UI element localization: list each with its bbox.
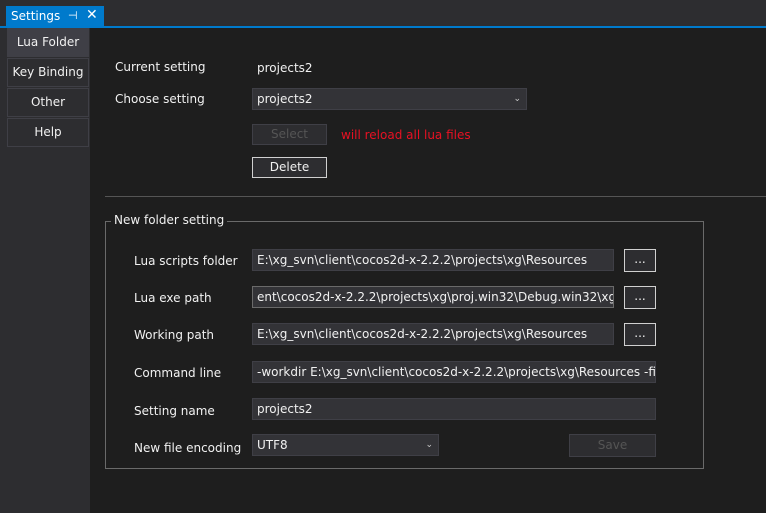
new-file-encoding-label: New file encoding	[134, 441, 242, 455]
delete-button[interactable]: Delete	[252, 157, 327, 178]
sidebar-item-lua-folder[interactable]: Lua Folder	[7, 28, 89, 57]
close-icon[interactable]: ✕	[86, 7, 98, 23]
lua-scripts-folder-label: Lua scripts folder	[134, 254, 238, 268]
tab-title: Settings	[11, 9, 61, 23]
pin-icon[interactable]: ⊣	[68, 9, 78, 22]
command-line-input[interactable]: -workdir E:\xg_svn\client\cocos2d-x-2.2.…	[252, 361, 656, 383]
working-path-label: Working path	[134, 328, 215, 342]
lua-scripts-folder-input[interactable]: E:\xg_svn\client\cocos2d-x-2.2.2\project…	[252, 249, 614, 271]
browse-working-button[interactable]: ...	[624, 323, 656, 346]
browse-exe-button[interactable]: ...	[624, 286, 656, 309]
current-setting-value: projects2	[257, 61, 313, 75]
sidebar-item-help[interactable]: Help	[7, 118, 89, 147]
divider	[105, 196, 766, 197]
save-button[interactable]: Save	[569, 434, 656, 457]
new-folder-title: New folder setting	[111, 213, 228, 227]
lua-exe-path-label: Lua exe path	[134, 291, 212, 305]
browse-scripts-button[interactable]: ...	[624, 249, 656, 272]
sidebar-item-key-binding[interactable]: Key Binding	[7, 58, 89, 87]
tab-settings[interactable]: Settings ⊣ ✕	[6, 6, 104, 26]
setting-name-input[interactable]: projects2	[252, 398, 656, 420]
choose-setting-dropdown[interactable]: projects2 ⌄	[252, 88, 527, 110]
working-path-input[interactable]: E:\xg_svn\client\cocos2d-x-2.2.2\project…	[252, 323, 614, 345]
sidebar: Lua Folder Key Binding Other Help	[0, 28, 91, 513]
chevron-down-icon: ⌄	[513, 94, 521, 104]
reload-warning: will reload all lua files	[341, 128, 471, 142]
command-line-label: Command line	[134, 366, 222, 380]
tab-bar: Settings ⊣ ✕	[0, 0, 766, 26]
lua-exe-path-input[interactable]: ent\cocos2d-x-2.2.2\projects\xg\proj.win…	[252, 286, 614, 308]
choose-setting-value: projects2	[257, 92, 313, 106]
chevron-down-icon: ⌄	[425, 440, 433, 450]
settings-panel: Current setting projects2 Choose setting…	[91, 28, 766, 513]
choose-setting-label: Choose setting	[115, 92, 205, 106]
current-setting-label: Current setting	[115, 60, 206, 74]
select-button[interactable]: Select	[252, 124, 327, 145]
encoding-value: UTF8	[257, 438, 288, 452]
encoding-dropdown[interactable]: UTF8 ⌄	[252, 434, 439, 456]
sidebar-item-other[interactable]: Other	[7, 88, 89, 117]
setting-name-label: Setting name	[134, 404, 215, 418]
